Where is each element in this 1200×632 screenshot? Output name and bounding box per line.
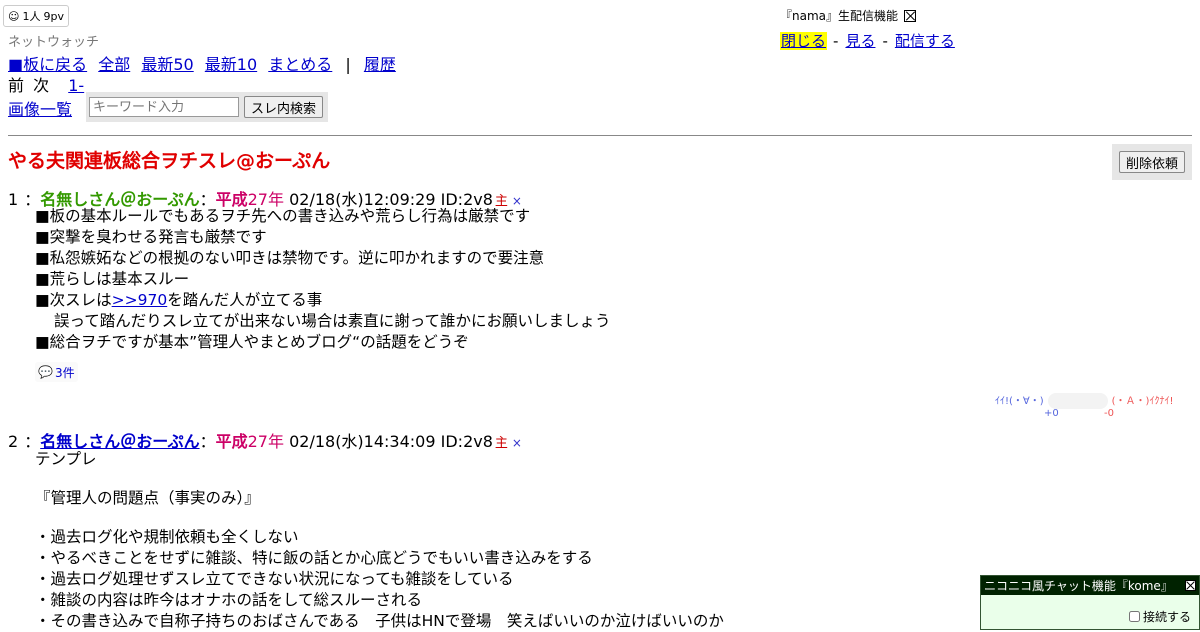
hide-post-button[interactable]: × [512,436,522,450]
thread-search-button[interactable]: スレ内検索 [244,96,324,118]
delete-request-button[interactable]: 削除依頼 [1118,151,1185,173]
range-link[interactable]: 1- [68,76,84,95]
nama-watch-link[interactable]: 見る [844,32,876,50]
nama-broadcast-link[interactable]: 配信する [894,32,956,50]
all-posts-link[interactable]: 全部 [98,55,130,74]
access-counter: ☺ 1人 9pv [3,5,69,27]
post-line: ・過去ログ化や規制依頼も全くしない [35,528,299,546]
reply-count: 3件 [54,365,75,380]
thread-title: やる夫関連板総合ヲチスレ@おーぷん [8,150,331,172]
nama-title-text: 『nama』生配信機能 [780,9,899,23]
post-line: ■荒らしは基本スルー [35,270,190,288]
post-line: ■板の基本ルールでもあるヲチ先への書き込みや荒らし行為は厳禁です [35,207,531,225]
dash: - [833,32,839,50]
post-line: ■次スレは>>970を踏んだ人が立てる事 [35,290,322,311]
next-label: 次 [33,76,50,95]
counter-pv: 9pv [43,9,64,23]
close-icon[interactable] [904,9,917,22]
latest50-link[interactable]: 最新50 [141,55,193,74]
owner-badge: 主 [494,436,508,451]
post-line: ■突撃を臭わせる発言も厳禁です [35,228,267,246]
post-line-text: を踏んだ人が立てる事 [167,291,323,309]
vote-good-button[interactable]: ｲｲ!(・∀・) [995,396,1044,407]
nama-close-link[interactable]: 閉じる [780,32,828,50]
nav-separator: | [345,55,351,74]
image-list-link[interactable]: 画像一覧 [8,96,72,120]
post-number: 2 [8,432,19,451]
reply-count-button[interactable]: 💬 3件 [35,362,78,382]
post-line: ■総合ヲチですが基本”管理人やまとめブログ“の話題をどうぞ [35,333,469,351]
divider [8,135,1192,136]
post-line: ■私怨嫉妬などの根拠のない叩きは禁物です。逆に叩かれますので要注意 [35,249,545,267]
site-name: ネットウォッチ [8,35,100,50]
post-line: ・その書き込みで自称子持ちのおばさんである 子供はHNで登場 笑えばいいのか泣け… [35,612,724,630]
post-line: テンプレ [35,450,97,468]
pager: 前 次 1- [8,72,84,96]
vote-bad-button[interactable]: (・Ａ・)ｲｸﾅｲ! [1112,396,1174,407]
history-link[interactable]: 履歴 [364,55,396,74]
post-colon: ： [199,432,216,451]
post-number: 1 [8,190,19,209]
chat-header: ニコニコ風チャット機能『kome』 [981,576,1199,595]
chat-widget: ニコニコ風チャット機能『kome』 接続する [980,575,1200,630]
thread-search: スレ内検索 [86,92,328,122]
nama-links: 閉じる - 見る - 配信する [780,30,956,51]
vote-bar [1047,393,1108,409]
nama-panel-title: 『nama』生配信機能 [780,7,917,24]
dash: - [882,32,888,50]
post-line: 『管理人の問題点（事実のみ）』 [35,489,260,507]
post-datetime: 02/18(水)14:34:09 [289,432,436,451]
summary-link[interactable]: まとめる [268,55,332,74]
chat-connect-toggle[interactable]: 接続する [1128,608,1191,625]
counter-users: 1人 [22,10,41,23]
post-id: ID:2v8 [440,432,493,451]
anchor-link[interactable]: >>970 [112,291,168,309]
close-icon[interactable] [1185,580,1196,591]
delete-request-box: 削除依頼 [1112,144,1192,180]
prev-label: 前 [8,76,25,95]
speech-bubble-icon: 💬 [38,365,53,379]
vote-bad-count: -0 [1104,408,1114,419]
post-era: 平成 [215,432,248,451]
vote-widget: ｲｲ!(・∀・) (・Ａ・)ｲｸﾅｲ! [995,392,1173,409]
post-line: ・雑談の内容は昨今はオナホの話をして総スルーされる [35,591,423,609]
post-line: ・過去ログ処理せずスレ立てできない状況になっても雑談をしている [35,570,514,588]
chat-title: ニコニコ風チャット機能『kome』 [984,579,1173,593]
face-icon: ☺ [8,9,20,23]
chat-connect-label: 接続する [1142,610,1191,624]
latest10-link[interactable]: 最新10 [205,55,257,74]
vote-good-count: +0 [1044,408,1059,419]
post-year: 27年 [247,432,284,451]
post-line-text: ■次スレは [35,291,112,309]
search-input[interactable] [89,97,239,117]
post-line: ・やるべきことをせずに雑談、特に飯の話とか心底どうでもいい書き込みをする [35,549,593,567]
post-line: 誤って踏んだりスレ立てが出来ない場合は素直に謝って誰かにお願いしましょう [54,312,611,330]
chat-connect-checkbox[interactable] [1128,611,1140,622]
